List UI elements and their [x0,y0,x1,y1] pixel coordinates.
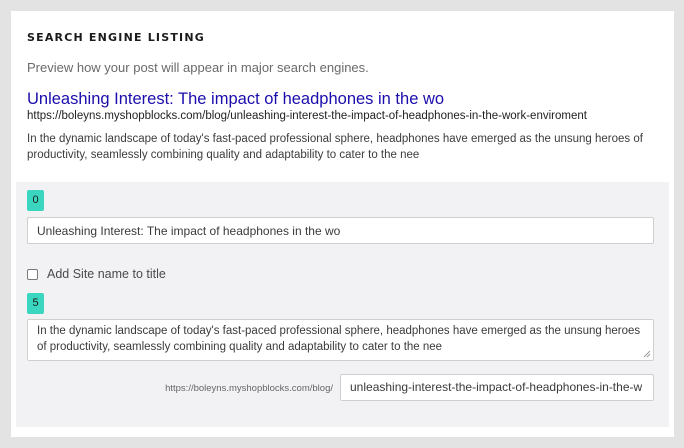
preview-title-link[interactable]: Unleashing Interest: The impact of headp… [27,90,444,109]
search-engine-listing-card: SEARCH ENGINE LISTING Preview how your p… [11,11,674,437]
section-title: SEARCH ENGINE LISTING [27,31,205,44]
seo-title-input[interactable] [27,217,654,244]
preview-url: https://boleyns.myshopblocks.com/blog/un… [27,110,587,122]
url-slug-text: unleashing-interest-the-impact-of-headph… [350,380,643,394]
add-site-name-checkbox[interactable] [27,268,38,280]
title-character-counter: 0 [27,190,44,211]
resize-handle-icon[interactable] [643,350,651,358]
add-site-name-row[interactable]: Add Site name to title [27,266,166,282]
add-site-name-label[interactable]: Add Site name to title [47,267,166,281]
description-character-counter: 5 [27,293,44,314]
preview-description: In the dynamic landscape of today's fast… [27,133,643,161]
section-description: Preview how your post will appear in maj… [27,60,369,75]
url-prefix-label: https://boleyns.myshopblocks.com/blog/ [165,383,333,394]
seo-form: 0 Add Site name to title 5 In the dynami… [16,182,669,427]
url-slug-input[interactable]: unleashing-interest-the-impact-of-headph… [340,374,654,401]
seo-description-textarea[interactable]: In the dynamic landscape of today's fast… [27,319,654,361]
seo-description-text: In the dynamic landscape of today's fast… [37,325,641,353]
